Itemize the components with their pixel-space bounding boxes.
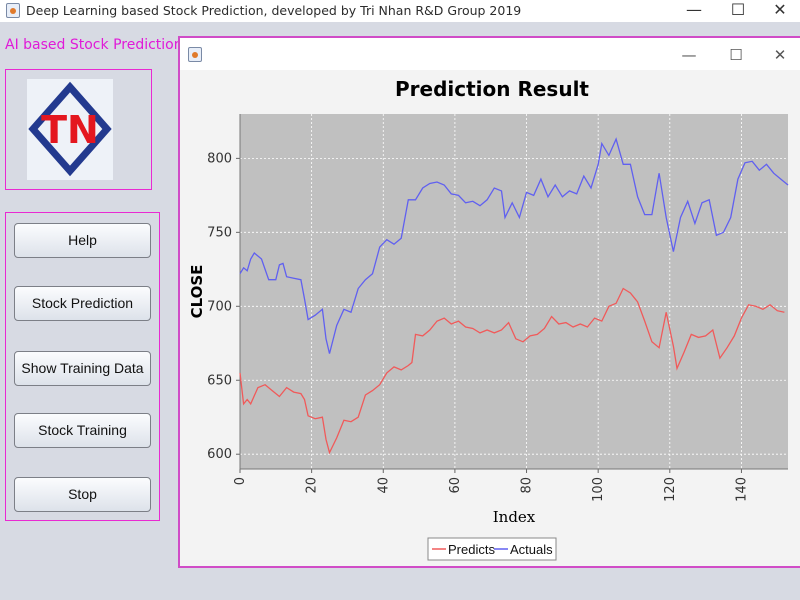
x-tick-label: 80	[520, 477, 535, 494]
stop-button[interactable]: Stop	[14, 477, 151, 512]
x-tick-label: 0	[233, 477, 248, 485]
window-title-bar: Deep Learning based Stock Prediction, de…	[0, 0, 800, 22]
x-tick-label: 60	[448, 477, 463, 494]
plot-area	[240, 114, 788, 469]
chart-title: Prediction Result	[395, 77, 589, 101]
x-tick-label: 120	[663, 477, 678, 502]
x-tick-label: 100	[591, 477, 606, 502]
java-app-icon	[6, 3, 20, 18]
window-title: Deep Learning based Stock Prediction, de…	[26, 3, 522, 18]
prediction-window: — ☐ ✕ Prediction Result 600 650 700 750 800 0…	[178, 36, 800, 568]
stock-prediction-button[interactable]: Stock Prediction	[14, 286, 151, 321]
button-panel: Help Stock Prediction Show Training Data…	[5, 212, 160, 521]
y-tick-label: 600	[207, 447, 232, 462]
legend: Predicts Actuals	[427, 537, 557, 561]
minimize-button[interactable]: —	[672, 0, 716, 22]
stock-training-button[interactable]: Stock Training	[14, 413, 151, 448]
maximize-button[interactable]: ☐	[716, 0, 760, 22]
close-button[interactable]: ✕	[758, 0, 800, 22]
x-tick-label: 140	[734, 477, 749, 502]
help-button[interactable]: Help	[14, 223, 151, 258]
show-training-data-button[interactable]: Show Training Data	[14, 351, 151, 386]
y-tick-label: 650	[207, 373, 232, 388]
y-tick-label: 750	[207, 225, 232, 240]
tri-nhan-logo: TN	[27, 79, 113, 180]
legend-label-predicts: Predicts	[448, 542, 495, 557]
logo-letters: TN	[41, 108, 99, 152]
legend-label-actuals: Actuals	[510, 542, 553, 557]
x-tick-label: 20	[305, 477, 320, 494]
panel-title: AI based Stock Prediction	[5, 37, 183, 53]
y-tick-label: 800	[207, 151, 232, 166]
x-axis-title: Index	[493, 508, 536, 526]
x-tick-label: 40	[376, 477, 391, 494]
y-axis-title: CLOSE	[188, 265, 206, 319]
logo-panel: TN	[5, 69, 152, 190]
y-tick-label: 700	[207, 299, 232, 314]
prediction-chart: Prediction Result 600 650 700 750 800 0 20 40 60…	[188, 77, 789, 561]
